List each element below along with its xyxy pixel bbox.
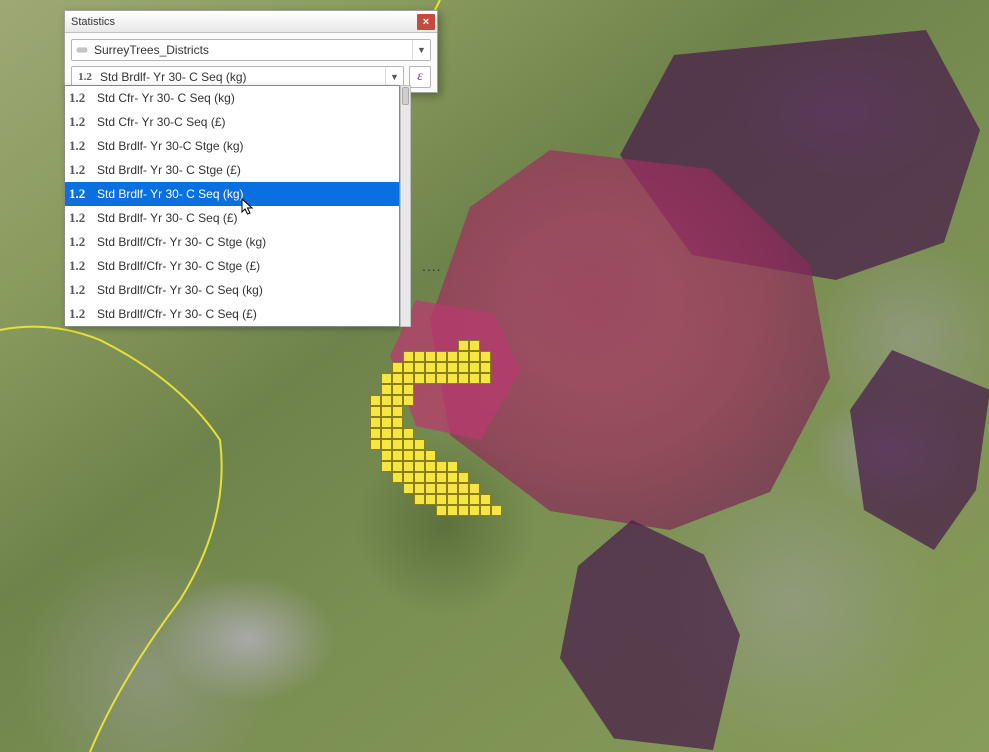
dropdown-item[interactable]: 1.2Std Cfr- Yr 30-C Seq (£) xyxy=(65,110,399,134)
dropdown-scrollbar[interactable] xyxy=(400,85,411,327)
numeric-field-icon: 1.2 xyxy=(69,114,97,130)
dropdown-item-label: Std Cfr- Yr 30- C Seq (kg) xyxy=(97,91,235,105)
numeric-field-icon: 1.2 xyxy=(69,282,97,298)
dropdown-item[interactable]: 1.2Std Brdlf- Yr 30-C Stge (kg) xyxy=(65,134,399,158)
layer-combobox[interactable]: SurreyTrees_Districts ▼ xyxy=(71,39,431,61)
dropdown-item-label: Std Brdlf- Yr 30- C Stge (£) xyxy=(97,163,241,177)
expression-button[interactable]: ε xyxy=(409,66,431,88)
dropdown-item-label: Std Brdlf/Cfr- Yr 30- C Stge (kg) xyxy=(97,235,266,249)
numeric-field-icon: 1.2 xyxy=(69,258,97,274)
dropdown-item[interactable]: 1.2Std Brdlf/Cfr- Yr 30- C Seq (£) xyxy=(65,302,399,326)
dropdown-item-label: Std Brdlf/Cfr- Yr 30- C Seq (£) xyxy=(97,307,257,321)
statistics-dialog: Statistics × SurreyTrees_Districts ▼ 1.2… xyxy=(64,10,438,93)
dropdown-item-label: Std Brdlf- Yr 30- C Seq (kg) xyxy=(97,187,244,201)
dropdown-item-label: Std Brdlf- Yr 30-C Stge (kg) xyxy=(97,139,244,153)
dropdown-item[interactable]: 1.2Std Cfr- Yr 30- C Seq (kg) xyxy=(65,86,399,110)
numeric-field-icon: 1.2 xyxy=(72,71,98,83)
numeric-field-icon: 1.2 xyxy=(69,162,97,178)
field-dropdown-list: 1.2Std Cfr- Yr 30- C Seq (kg)1.2Std Cfr-… xyxy=(64,85,400,327)
dropdown-item[interactable]: 1.2Std Brdlf- Yr 30- C Stge (£) xyxy=(65,158,399,182)
dropdown-item[interactable]: 1.2Std Brdlf/Cfr- Yr 30- C Stge (kg) xyxy=(65,230,399,254)
dropdown-item[interactable]: 1.2Std Brdlf- Yr 30- C Seq (£) xyxy=(65,206,399,230)
dropdown-item-label: Std Cfr- Yr 30-C Seq (£) xyxy=(97,115,225,129)
numeric-field-icon: 1.2 xyxy=(69,210,97,226)
field-combo-text: Std Brdlf- Yr 30- C Seq (kg) xyxy=(98,70,385,84)
dialog-body: SurreyTrees_Districts ▼ 1.2 Std Brdlf- Y… xyxy=(65,33,437,92)
numeric-field-icon: 1.2 xyxy=(69,306,97,322)
scrollbar-thumb[interactable] xyxy=(402,87,409,105)
dialog-titlebar[interactable]: Statistics × xyxy=(65,11,437,33)
dropdown-item[interactable]: 1.2Std Brdlf/Cfr- Yr 30- C Seq (kg) xyxy=(65,278,399,302)
dropdown-item-label: Std Brdlf/Cfr- Yr 30- C Seq (kg) xyxy=(97,283,263,297)
selected-grid-cells xyxy=(370,340,530,540)
more-options-button[interactable]: .... xyxy=(422,258,442,274)
dropdown-item[interactable]: 1.2Std Brdlf/Cfr- Yr 30- C Stge (£) xyxy=(65,254,399,278)
layer-icon xyxy=(72,45,92,55)
layer-combo-text: SurreyTrees_Districts xyxy=(92,43,412,57)
chevron-down-icon[interactable]: ▼ xyxy=(412,40,430,60)
numeric-field-icon: 1.2 xyxy=(69,234,97,250)
dropdown-item-label: Std Brdlf/Cfr- Yr 30- C Stge (£) xyxy=(97,259,260,273)
numeric-field-icon: 1.2 xyxy=(69,138,97,154)
dialog-title: Statistics xyxy=(71,16,417,28)
chevron-down-icon[interactable]: ▼ xyxy=(385,67,403,87)
dropdown-item[interactable]: 1.2Std Brdlf- Yr 30- C Seq (kg) xyxy=(65,182,399,206)
numeric-field-icon: 1.2 xyxy=(69,90,97,106)
dropdown-item-label: Std Brdlf- Yr 30- C Seq (£) xyxy=(97,211,238,225)
numeric-field-icon: 1.2 xyxy=(69,186,97,202)
close-button[interactable]: × xyxy=(417,14,435,30)
